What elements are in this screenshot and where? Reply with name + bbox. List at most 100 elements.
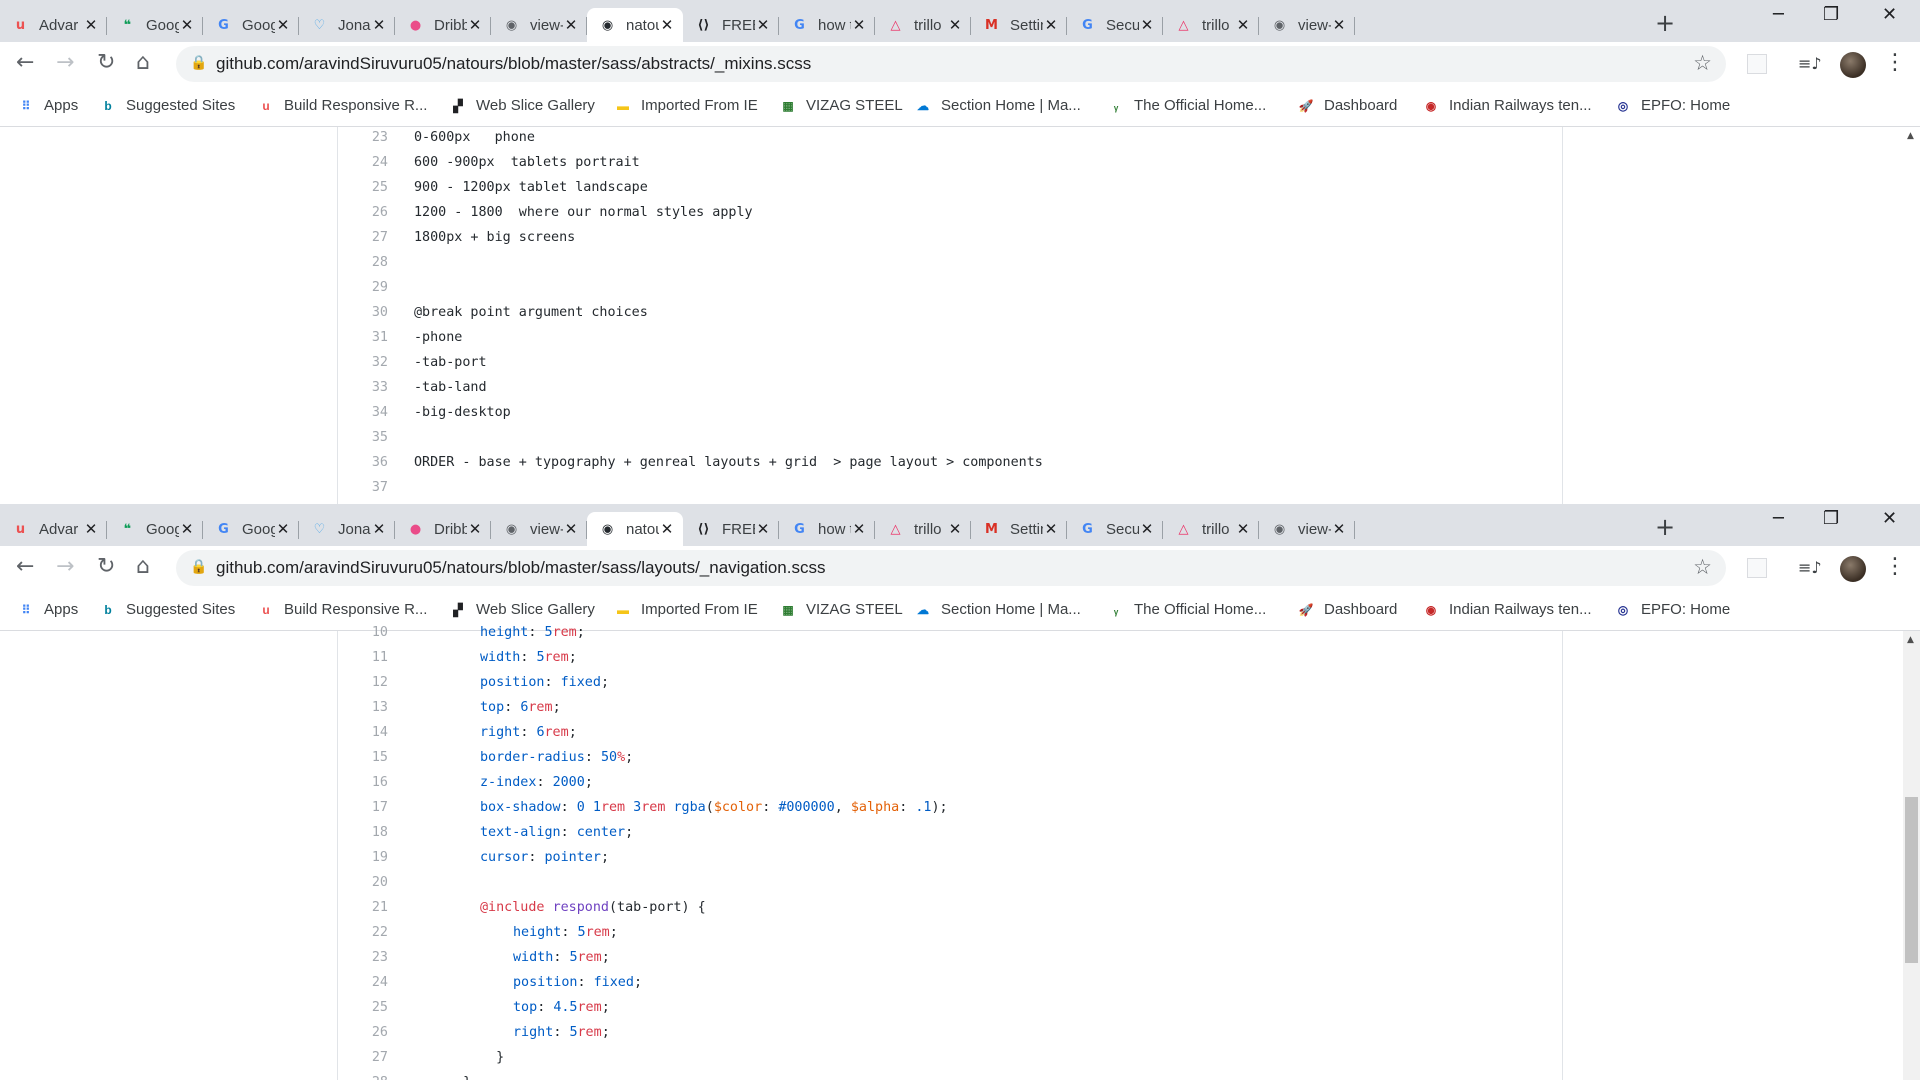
bookmark-item[interactable]: u Build Responsive R... [258, 97, 427, 114]
browser-tab[interactable]: Ghow t ✕ [779, 512, 875, 546]
bookmark-star-icon[interactable]: ☆ [1693, 51, 1712, 75]
bookmark-item[interactable]: 🚀 Dashboard [1298, 601, 1398, 618]
page-scrollbar[interactable]: ▲ [1903, 127, 1920, 504]
bookmark-item[interactable]: ⠿ Apps [18, 97, 79, 114]
close-icon[interactable]: ✕ [659, 16, 675, 34]
scroll-up-arrow[interactable]: ▲ [1907, 131, 1914, 141]
browser-tab[interactable]: ❝ Goog ✕ [107, 512, 203, 546]
bookmark-item[interactable]: ◎ EPFO: Home [1615, 601, 1730, 618]
browser-tab[interactable]: u Advar ✕ [0, 8, 107, 42]
line-number[interactable]: 25 [338, 175, 388, 200]
close-icon[interactable]: ✕ [179, 16, 195, 34]
bookmark-item[interactable]: b Suggested Sites [100, 97, 235, 114]
close-icon[interactable]: ✕ [83, 16, 99, 34]
close-icon[interactable]: ✕ [851, 520, 867, 538]
browser-tab[interactable]: ● Dribb ✕ [395, 8, 491, 42]
bookmark-item[interactable]: 🚀 Dashboard [1298, 97, 1398, 114]
reload-button[interactable]: ↻ [97, 554, 115, 579]
close-icon[interactable]: ✕ [1235, 16, 1251, 34]
line-number[interactable]: 35 [338, 425, 388, 450]
bookmark-item[interactable]: ▬ Imported From IE [615, 601, 758, 618]
close-icon[interactable]: ✕ [1043, 16, 1059, 34]
lock-icon[interactable]: 🔒 [190, 55, 207, 71]
profile-avatar[interactable] [1840, 556, 1866, 582]
close-icon[interactable]: ✕ [851, 16, 867, 34]
media-control-icon[interactable]: ≡♪ [1798, 558, 1822, 577]
browser-tab[interactable]: G Secur✕ [1067, 512, 1163, 546]
browser-tab[interactable]: M Settin✕ [971, 512, 1067, 546]
bookmark-item[interactable]: ▞ Web Slice Gallery [450, 97, 595, 114]
browser-tab[interactable]: ● Dribb ✕ [395, 512, 491, 546]
bookmark-star-icon[interactable]: ☆ [1693, 555, 1712, 579]
browser-tab[interactable]: ⟨⟩ FREE✕ [683, 512, 779, 546]
line-number[interactable]: 24 [338, 150, 388, 175]
browser-tab[interactable]: u Advar ✕ [0, 512, 107, 546]
line-number[interactable]: 36 [338, 450, 388, 475]
bookmark-item[interactable]: ◉ Indian Railways ten... [1423, 97, 1592, 114]
bookmark-item[interactable]: ▦ VIZAG STEEL [780, 601, 902, 618]
browser-tab[interactable]: ◉ view- ✕ [1259, 512, 1355, 546]
line-number[interactable]: 29 [338, 275, 388, 300]
scroll-thumb[interactable] [1905, 797, 1918, 964]
bookmark-item[interactable]: ▬ Imported From IE [615, 97, 758, 114]
line-number[interactable]: 15 [338, 745, 388, 770]
browser-tab[interactable]: G Goog ✕ [203, 8, 299, 42]
line-number[interactable]: 27 [338, 1045, 388, 1070]
url-text[interactable]: github.com/aravindSiruvuru05/natours/blo… [216, 54, 811, 74]
close-window-button[interactable]: ✕ [1882, 508, 1897, 529]
bookmark-item[interactable]: ◉ Indian Railways ten... [1423, 601, 1592, 618]
bookmark-item[interactable]: ⠿ Apps [18, 601, 79, 618]
home-button[interactable]: ⌂ [136, 50, 150, 75]
browser-tab[interactable]: △ trillo ✕ [875, 512, 971, 546]
browser-tab[interactable]: ◉ view- ✕ [491, 512, 587, 546]
bookmark-item[interactable]: b Suggested Sites [100, 601, 235, 618]
bookmark-item[interactable]: ᵧ The Official Home... [1108, 601, 1266, 618]
close-icon[interactable]: ✕ [371, 16, 387, 34]
line-number[interactable]: 26 [338, 200, 388, 225]
close-icon[interactable]: ✕ [467, 16, 483, 34]
browser-tab[interactable]: ⟨⟩ FREE✕ [683, 8, 779, 42]
menu-dots-icon[interactable]: ⋮ [1884, 50, 1906, 75]
close-icon[interactable]: ✕ [659, 520, 675, 538]
close-window-button[interactable]: ✕ [1882, 4, 1897, 25]
address-bar[interactable]: 🔒 github.com/aravindSiruvuru05/natours/bl… [176, 550, 1726, 586]
bookmark-item[interactable]: ᵧ The Official Home... [1108, 97, 1266, 114]
line-number[interactable]: 23 [338, 125, 388, 150]
extension-icon[interactable] [1747, 558, 1767, 578]
browser-tab[interactable]: ◉ view- ✕ [1259, 8, 1355, 42]
home-button[interactable]: ⌂ [136, 554, 150, 579]
line-number[interactable]: 27 [338, 225, 388, 250]
line-number[interactable]: 16 [338, 770, 388, 795]
lock-icon[interactable]: 🔒 [190, 559, 207, 575]
back-button[interactable]: ← [16, 554, 34, 579]
bookmark-item[interactable]: ◎ EPFO: Home [1615, 97, 1730, 114]
close-icon[interactable]: ✕ [371, 520, 387, 538]
url-text[interactable]: github.com/aravindSiruvuru05/natours/blo… [216, 558, 826, 578]
line-number[interactable]: 28 [338, 250, 388, 275]
line-number[interactable]: 19 [338, 845, 388, 870]
bookmark-item[interactable]: ▞ Web Slice Gallery [450, 601, 595, 618]
scroll-up-arrow[interactable]: ▲ [1907, 635, 1914, 645]
close-icon[interactable]: ✕ [467, 520, 483, 538]
close-icon[interactable]: ✕ [179, 520, 195, 538]
close-icon[interactable]: ✕ [947, 16, 963, 34]
line-number[interactable]: 11 [338, 645, 388, 670]
browser-tab[interactable]: ◉ view- ✕ [491, 8, 587, 42]
close-icon[interactable]: ✕ [1331, 520, 1347, 538]
line-number[interactable]: 34 [338, 400, 388, 425]
profile-avatar[interactable] [1840, 52, 1866, 78]
new-tab-button[interactable]: + [1655, 9, 1675, 37]
line-number[interactable]: 22 [338, 920, 388, 945]
line-number[interactable]: 28 [338, 1070, 388, 1080]
browser-tab[interactable]: ♡ Jonas✕ [299, 512, 395, 546]
close-icon[interactable]: ✕ [755, 16, 771, 34]
menu-dots-icon[interactable]: ⋮ [1884, 554, 1906, 579]
line-number[interactable]: 18 [338, 820, 388, 845]
close-icon[interactable]: ✕ [275, 520, 291, 538]
line-number[interactable]: 26 [338, 1020, 388, 1045]
line-number[interactable]: 10 [338, 620, 388, 645]
line-number[interactable]: 20 [338, 870, 388, 895]
line-number[interactable]: 12 [338, 670, 388, 695]
line-number[interactable]: 21 [338, 895, 388, 920]
browser-tab[interactable]: M Settin✕ [971, 8, 1067, 42]
